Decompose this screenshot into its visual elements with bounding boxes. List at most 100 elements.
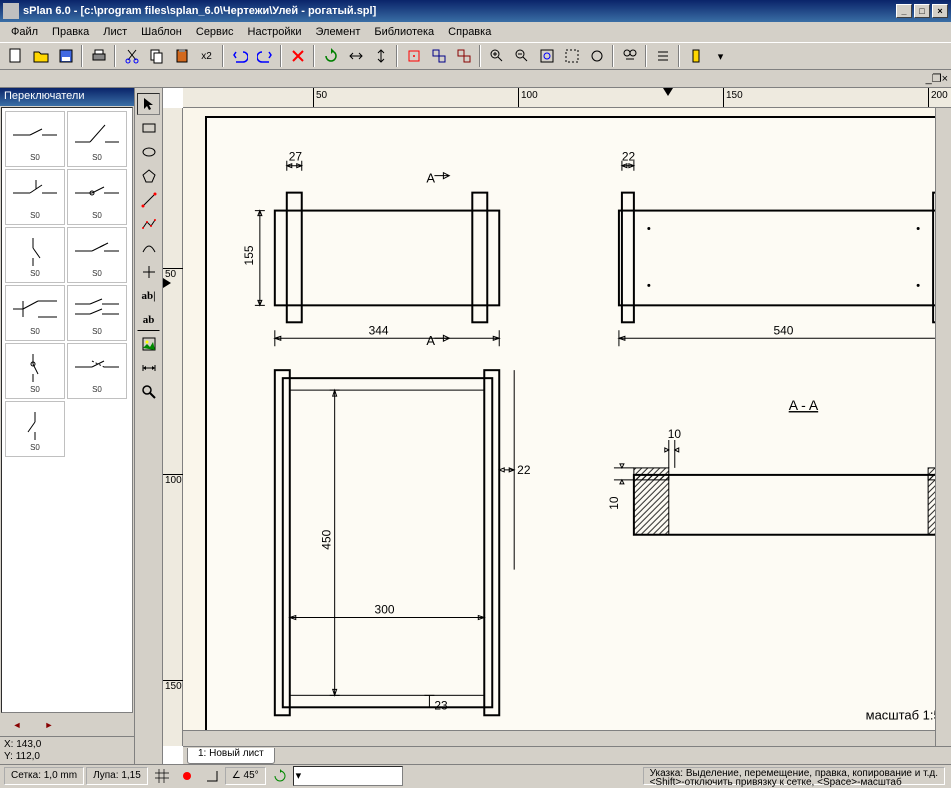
point-tool[interactable] bbox=[137, 261, 160, 283]
list-button[interactable] bbox=[651, 45, 674, 67]
main-toolbar: x2 ▾ bbox=[0, 42, 951, 70]
zoom-prev-button[interactable] bbox=[585, 45, 608, 67]
tool-column: ab| ab bbox=[135, 88, 163, 764]
window-title: sPlan 6.0 - [c:\program files\splan_6.0\… bbox=[23, 5, 376, 17]
menu-help[interactable]: Справка bbox=[441, 24, 498, 40]
settings-drop-button[interactable]: ▾ bbox=[709, 45, 732, 67]
zoom-in-button[interactable] bbox=[485, 45, 508, 67]
library-items: S0 S0 S0 S0 S0 S0 S0 S0 S0 S0 S0 bbox=[1, 107, 133, 713]
polyline-tool[interactable] bbox=[137, 213, 160, 235]
line-tool[interactable] bbox=[137, 189, 160, 211]
polygon-tool[interactable] bbox=[137, 165, 160, 187]
lib-item[interactable]: S0 bbox=[67, 227, 127, 283]
lib-item[interactable]: S0 bbox=[5, 227, 65, 283]
find-button[interactable] bbox=[618, 45, 641, 67]
curve-tool[interactable] bbox=[137, 237, 160, 259]
pointer-tool[interactable] bbox=[137, 93, 160, 115]
svg-text:A - A: A - A bbox=[789, 397, 819, 413]
dimension-tool[interactable] bbox=[137, 357, 160, 379]
circle-tool[interactable] bbox=[137, 141, 160, 163]
minimize-button[interactable]: _ bbox=[896, 4, 912, 18]
rect-tool[interactable] bbox=[137, 117, 160, 139]
scale-label: масштаб 1:5 bbox=[866, 707, 941, 722]
ruler-v-marker bbox=[163, 278, 171, 288]
menu-file[interactable]: Файл bbox=[4, 24, 45, 40]
library-footer: ◄ ► bbox=[0, 714, 134, 736]
lib-item[interactable]: S0 bbox=[67, 169, 127, 225]
lib-item[interactable]: S0 bbox=[67, 343, 127, 399]
label-tool[interactable]: ab bbox=[137, 309, 160, 331]
svg-text:450: 450 bbox=[320, 529, 334, 549]
lib-prev-button[interactable]: ◄ bbox=[2, 714, 32, 736]
view-frame-top-right: 22 540 bbox=[619, 150, 948, 347]
menu-sheet[interactable]: Лист bbox=[96, 24, 134, 40]
menu-element[interactable]: Элемент bbox=[308, 24, 367, 40]
mirror-v-button[interactable] bbox=[369, 45, 392, 67]
zoom-fit-button[interactable] bbox=[535, 45, 558, 67]
status-zoom: Лупа: 1,15 bbox=[86, 767, 148, 785]
mirror-h-button[interactable] bbox=[344, 45, 367, 67]
text-tool[interactable]: ab| bbox=[137, 285, 160, 307]
zoom-tool[interactable] bbox=[137, 381, 160, 403]
close-button[interactable]: × bbox=[932, 4, 948, 18]
copy-button[interactable] bbox=[145, 45, 168, 67]
sheet-tab[interactable]: 1: Новый лист bbox=[187, 748, 275, 764]
zoom-level[interactable]: x2 bbox=[195, 45, 218, 67]
print-button[interactable] bbox=[87, 45, 110, 67]
svg-text:344: 344 bbox=[369, 323, 389, 337]
cut-button[interactable] bbox=[120, 45, 143, 67]
open-button[interactable] bbox=[29, 45, 52, 67]
ruler-h-marker bbox=[663, 88, 673, 96]
menu-template[interactable]: Шаблон bbox=[134, 24, 189, 40]
lib-item[interactable]: S0 bbox=[5, 343, 65, 399]
vertical-scrollbar[interactable] bbox=[935, 108, 951, 746]
coord-x: 143,0 bbox=[16, 739, 41, 750]
redo-button[interactable] bbox=[253, 45, 276, 67]
delete-button[interactable] bbox=[286, 45, 309, 67]
svg-text:10: 10 bbox=[607, 496, 621, 510]
settings-button[interactable] bbox=[684, 45, 707, 67]
new-button[interactable] bbox=[4, 45, 27, 67]
library-panel: Переключатели S0 S0 S0 S0 S0 S0 S0 S0 S0… bbox=[0, 88, 135, 764]
view-frame-bottom-left: 22 450 300 23 bbox=[275, 370, 531, 715]
lib-item[interactable]: S0 bbox=[5, 111, 65, 167]
status-hint: Указка: Выделение, перемещение, правка, … bbox=[643, 767, 945, 785]
rotate-button[interactable] bbox=[319, 45, 342, 67]
undo-button[interactable] bbox=[228, 45, 251, 67]
menu-edit[interactable]: Правка bbox=[45, 24, 96, 40]
horizontal-scrollbar[interactable] bbox=[183, 730, 935, 746]
lib-item[interactable]: S0 bbox=[5, 401, 65, 457]
layer-combo[interactable]: ▾ bbox=[293, 766, 403, 786]
menu-settings[interactable]: Настройки bbox=[241, 24, 309, 40]
ungroup-button[interactable] bbox=[452, 45, 475, 67]
coord-y: 112,0 bbox=[16, 751, 40, 762]
svg-text:23: 23 bbox=[434, 698, 448, 712]
lib-item[interactable]: S0 bbox=[5, 285, 65, 341]
group-button[interactable] bbox=[427, 45, 450, 67]
save-button[interactable] bbox=[54, 45, 77, 67]
paste-button[interactable] bbox=[170, 45, 193, 67]
menu-service[interactable]: Сервис bbox=[189, 24, 241, 40]
lib-item[interactable]: S0 bbox=[5, 169, 65, 225]
ruler-vertical: 50 100 150 bbox=[163, 108, 183, 746]
child-restore-button[interactable]: ❐ bbox=[932, 72, 942, 85]
lib-next-button[interactable]: ► bbox=[34, 714, 64, 736]
drawing-canvas[interactable]: 27 155 344 A A bbox=[183, 108, 951, 746]
win-controls: _ ❐ × bbox=[0, 70, 951, 88]
status-grid: Сетка: 1,0 mm bbox=[4, 767, 84, 785]
lib-item[interactable]: S0 bbox=[67, 285, 127, 341]
svg-text:540: 540 bbox=[774, 323, 794, 337]
image-tool[interactable] bbox=[137, 333, 160, 355]
lib-item[interactable]: S0 bbox=[67, 111, 127, 167]
maximize-button[interactable]: □ bbox=[914, 4, 930, 18]
zoom-out-button[interactable] bbox=[510, 45, 533, 67]
svg-text:22: 22 bbox=[517, 463, 531, 477]
section-aa: A - A 10 10 17 bbox=[607, 397, 951, 535]
sheet-tabs: 1: Новый лист bbox=[183, 746, 951, 764]
ruler-horizontal: 50 100 150 200 bbox=[183, 88, 951, 108]
menu-library[interactable]: Библиотека bbox=[367, 24, 441, 40]
svg-text:22: 22 bbox=[622, 150, 636, 164]
child-close-button[interactable]: × bbox=[942, 73, 948, 85]
snap-button[interactable] bbox=[402, 45, 425, 67]
zoom-sel-button[interactable] bbox=[560, 45, 583, 67]
